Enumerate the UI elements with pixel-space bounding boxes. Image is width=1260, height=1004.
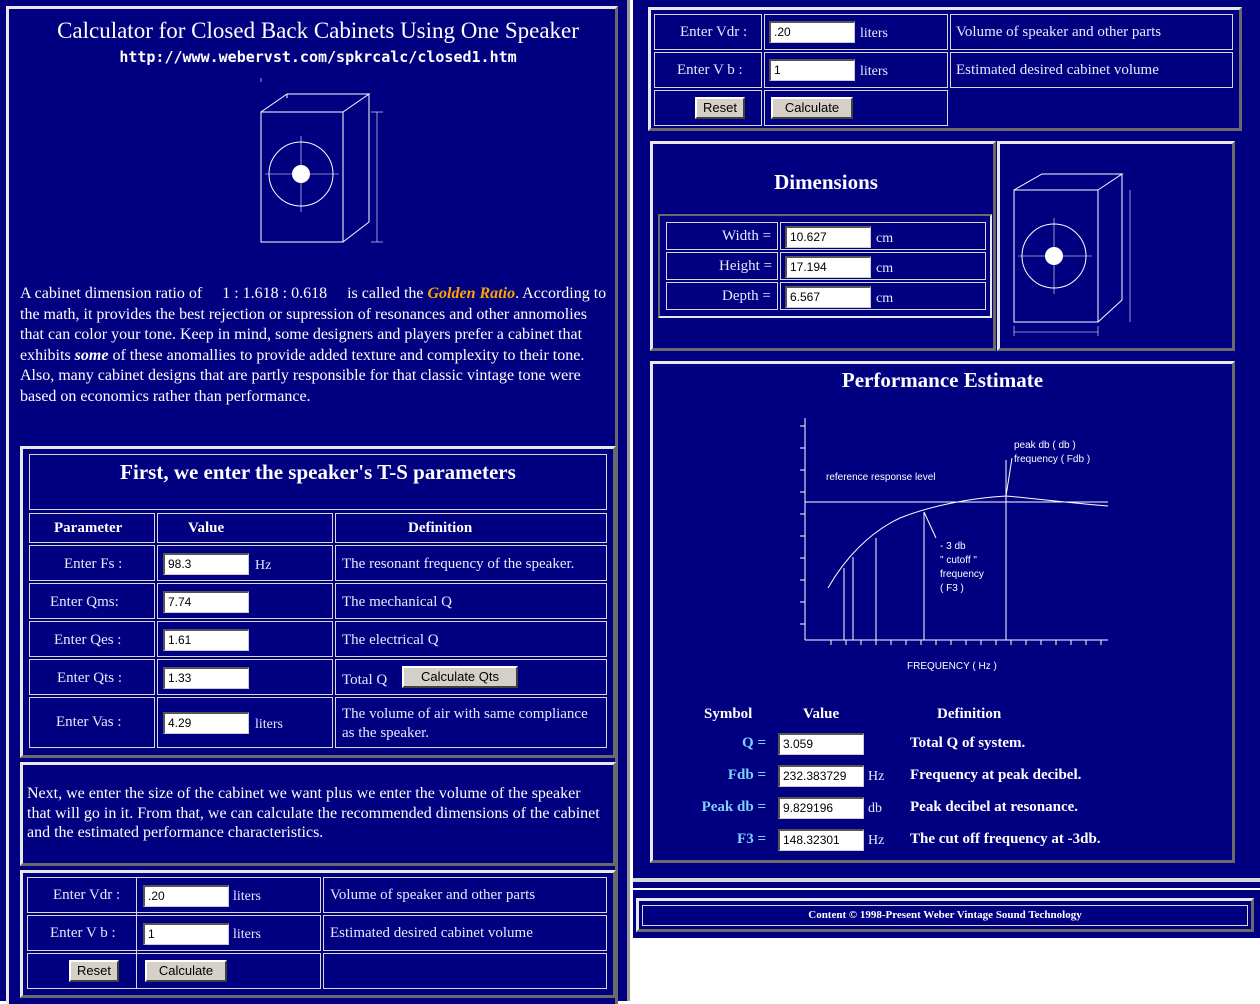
right-panel-blank <box>633 938 1260 1001</box>
perf-header-value: Value <box>803 706 840 722</box>
vas-definition: The volume of air with same compliance a… <box>342 706 588 741</box>
vb-unit-right: liters <box>860 64 888 79</box>
f3-symbol: F3 = <box>737 831 766 847</box>
f3-unit: Hz <box>868 833 885 848</box>
calculate-button-right[interactable]: Calculate <box>771 97 853 119</box>
vdr-definition-right: Volume of speaker and other parts <box>956 24 1162 40</box>
ts-header-def-text: Definition <box>408 520 473 536</box>
qms-definition: The mechanical Q <box>342 594 452 610</box>
reset-button-left[interactable]: Reset <box>69 960 119 982</box>
cabinet-illustration <box>260 78 383 243</box>
empty-cell-left <box>323 953 607 989</box>
fdb-symbol: Fdb = <box>727 767 766 783</box>
vdr-label-right: Enter Vdr : <box>680 24 748 40</box>
ts-header-value-text: Value <box>188 520 225 536</box>
width-unit: cm <box>876 231 894 246</box>
cutoff-label-1: - 3 db <box>940 541 966 552</box>
next-paragraph: Next, we enter the size of the cabinet w… <box>27 785 600 841</box>
performance-title: Performance Estimate <box>841 368 1044 392</box>
qts-definition: Total Q <box>342 672 388 688</box>
fdb-unit: Hz <box>868 769 885 784</box>
depth-label: Depth = <box>722 288 771 304</box>
vdr-input-right[interactable]: .20 <box>769 21 855 43</box>
peak-db-unit: db <box>868 801 882 816</box>
fs-input[interactable]: 98.3 <box>163 553 249 575</box>
cutoff-label-4: ( F3 ) <box>940 583 964 594</box>
golden-ratio-text: Golden Ratio <box>427 285 516 302</box>
f3-output[interactable]: 148.32301 <box>778 829 864 851</box>
cabinet-illustration-right <box>1013 173 1131 336</box>
cutoff-label-2: " cutoff " <box>940 555 977 566</box>
vb-label-left: Enter V b : <box>50 925 116 941</box>
calculate-qts-button[interactable]: Calculate Qts <box>402 666 518 688</box>
dimensions-title: Dimensions <box>774 170 878 194</box>
width-output[interactable]: 10.627 <box>785 226 871 248</box>
q-output[interactable]: 3.059 <box>778 733 864 755</box>
qts-label: Enter Qts : <box>57 670 122 686</box>
height-unit: cm <box>876 261 894 276</box>
some-emphasis: some <box>74 346 109 364</box>
fdb-definition: Frequency at peak decibel. <box>910 767 1082 783</box>
vdr-unit-left: liters <box>233 889 261 904</box>
footer-text: Content © 1998-Present Weber Vintage Sou… <box>808 909 1082 921</box>
ratio-value: 1 : 1.618 : 0.618 <box>222 285 328 302</box>
vdr-unit-right: liters <box>860 26 888 41</box>
peak-db-output[interactable]: 9.829196 <box>778 797 864 819</box>
qes-label: Enter Qes : <box>54 632 122 648</box>
vb-label-right: Enter V b : <box>677 62 743 78</box>
ts-header-param-text: Parameter <box>54 520 123 536</box>
cutoff-label-3: frequency <box>940 569 984 580</box>
qes-input[interactable]: 1.61 <box>163 629 249 651</box>
vb-input-right[interactable]: 1 <box>769 59 855 81</box>
fs-label: Enter Fs : <box>64 556 123 572</box>
intro-paragraph: A cabinet dimension ratio of 1 : 1.618 :… <box>20 285 607 405</box>
peak-db-definition: Peak decibel at resonance. <box>910 799 1079 815</box>
vb-definition-right: Estimated desired cabinet volume <box>956 62 1159 78</box>
page-url[interactable]: http://www.webervst.com/spkrcalc/closed1… <box>0 48 636 66</box>
fs-unit: Hz <box>255 558 272 573</box>
ref-response-label: reference response level <box>826 472 936 483</box>
separator-bar-1 <box>633 878 1260 882</box>
f3-definition: The cut off frequency at -3db. <box>910 831 1101 847</box>
qes-definition: The electrical Q <box>342 632 439 648</box>
vas-input[interactable]: 4.29 <box>163 712 249 734</box>
depth-output[interactable]: 6.567 <box>785 286 871 308</box>
vas-label: Enter Vas : <box>56 714 122 730</box>
q-symbol: Q = <box>742 735 766 751</box>
calculate-button-left[interactable]: Calculate <box>145 960 227 982</box>
height-output[interactable]: 17.194 <box>785 256 871 278</box>
ts-title: First, we enter the speaker's T-S parame… <box>120 460 516 484</box>
page-title: Calculator for Closed Back Cabinets Usin… <box>57 18 579 43</box>
cabinet-left-divider <box>136 877 137 989</box>
perf-header-definition: Definition <box>937 706 1002 722</box>
q-definition: Total Q of system. <box>910 735 1026 751</box>
vdr-label-left: Enter Vdr : <box>53 887 121 903</box>
vb-input-left[interactable]: 1 <box>143 923 229 945</box>
performance-graph: reference response level peak db ( db ) … <box>800 418 1109 672</box>
left-panel: Calculator for Closed Back Cabinets Usin… <box>0 0 630 1004</box>
qts-input[interactable]: 1.33 <box>163 667 249 689</box>
qms-input[interactable]: 7.74 <box>163 591 249 613</box>
fs-definition: The resonant frequency of the speaker. <box>342 556 575 572</box>
peak-db-label: peak db ( db ) <box>1014 440 1076 451</box>
frequency-axis-label: FREQUENCY ( Hz ) <box>907 661 997 672</box>
height-label: Height = <box>719 258 773 274</box>
fdb-output[interactable]: 232.383729 <box>778 765 864 787</box>
perf-header-symbol: Symbol <box>704 706 753 722</box>
peak-db-symbol: Peak db = <box>701 799 766 815</box>
qms-label: Enter Qms: <box>50 594 119 610</box>
vb-unit-left: liters <box>233 927 261 942</box>
width-label: Width = <box>722 228 772 244</box>
vas-unit: liters <box>255 717 283 732</box>
vb-definition-left: Estimated desired cabinet volume <box>330 925 533 941</box>
peak-freq-label: frequency ( Fdb ) <box>1014 454 1090 465</box>
vdr-definition-left: Volume of speaker and other parts <box>330 887 536 903</box>
vdr-input-left[interactable]: .20 <box>143 885 229 907</box>
depth-unit: cm <box>876 291 894 306</box>
ts-header-value <box>157 513 333 543</box>
separator-bar-2 <box>633 888 1260 890</box>
reset-button-right[interactable]: Reset <box>695 97 745 119</box>
